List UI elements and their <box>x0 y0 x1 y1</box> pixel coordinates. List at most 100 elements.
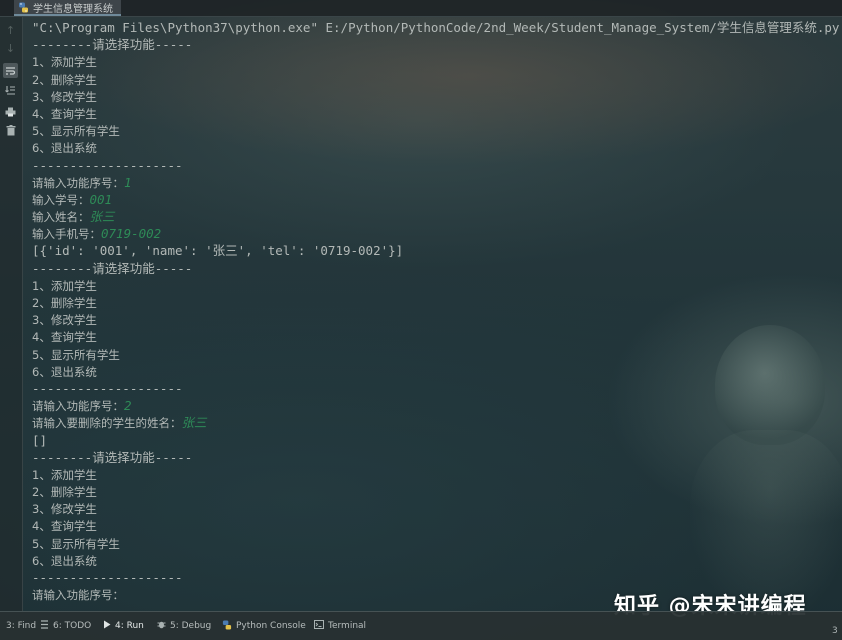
console-line-text: "C:\Program Files\Python37\python.exe" E… <box>32 20 840 35</box>
debug-tool-button[interactable]: 5: Debug <box>157 617 211 635</box>
console-line: [] <box>32 431 832 448</box>
debug-icon <box>157 620 166 632</box>
console-line-text: 5、显示所有学生 <box>32 536 120 551</box>
console-line: 请输入功能序号：1 <box>32 173 832 190</box>
run-icon <box>103 620 111 632</box>
console-line-text: 输入手机号： <box>32 227 101 242</box>
console-line: 请输入功能序号：2 <box>32 396 832 413</box>
console-line: 2、删除学生 <box>32 482 832 499</box>
arrow-up-icon[interactable]: ↑ <box>3 23 18 38</box>
console-line: --------请选择功能----- <box>32 259 832 276</box>
find-tool-label: 3: Find <box>6 621 37 631</box>
console-line-text: 2、删除学生 <box>32 296 97 310</box>
console-line: 1、添加学生 <box>32 52 832 69</box>
find-tool-button[interactable]: 3: Find <box>2 617 36 635</box>
console-line: 4、查询学生 <box>32 327 832 344</box>
trash-icon[interactable] <box>3 123 18 138</box>
console-line: -------------------- <box>32 568 832 585</box>
console-line-text: 请输入功能序号： <box>32 399 124 414</box>
console-line: 请输入要删除的学生的姓名：张三 <box>32 413 832 430</box>
console-line-text: 2、删除学生 <box>32 72 97 87</box>
console-line-text: 3、修改学生 <box>32 89 97 104</box>
bottom-tool-window-bar: 3: Find 6: TODO 4: Run 5: Debug Python C… <box>0 611 842 640</box>
console-line-text: 3、修改学生 <box>32 502 97 517</box>
console-line-text: 请输入功能序号： <box>32 175 124 190</box>
console-line-text: -------------------- <box>32 157 183 173</box>
console-line: 5、显示所有学生 <box>32 121 832 138</box>
console-line-text: --------请选择功能----- <box>32 260 193 276</box>
console-line-text: 1、添加学生 <box>32 55 97 70</box>
console-line: 5、显示所有学生 <box>32 534 832 551</box>
console-line: 4、查询学生 <box>32 104 832 121</box>
run-tool-button[interactable]: 4: Run <box>103 617 144 635</box>
soft-wrap-icon[interactable] <box>3 63 18 78</box>
console-line: "C:\Program Files\Python37\python.exe" E… <box>32 18 839 35</box>
terminal-tool-label: Terminal <box>328 621 367 631</box>
todo-tool-button[interactable]: 6: TODO <box>40 617 91 635</box>
run-console-output[interactable]: "C:\Program Files\Python37\python.exe" E… <box>32 18 839 603</box>
console-line-text: 4、查询学生 <box>32 330 97 345</box>
console-line: -------------------- <box>32 156 832 173</box>
console-line-text: 请输入要删除的学生的姓名： <box>32 416 182 431</box>
console-line: 5、显示所有学生 <box>32 345 832 362</box>
console-line-text: 5、显示所有学生 <box>32 124 120 139</box>
console-line: -------------------- <box>32 379 832 396</box>
console-line: 1、添加学生 <box>32 465 832 482</box>
console-line: 3、修改学生 <box>32 310 832 327</box>
console-user-input: 0719-002 <box>101 226 162 242</box>
console-line: 输入手机号：0719-002 <box>32 224 832 241</box>
todo-icon <box>40 620 49 632</box>
console-user-input: 001 <box>89 191 113 207</box>
console-line: 3、修改学生 <box>32 499 832 516</box>
console-line-text: 4、查询学生 <box>32 519 97 534</box>
todo-tool-label: 6: TODO <box>53 621 92 631</box>
run-tool-label: 4: Run <box>115 621 144 631</box>
console-line: 2、删除学生 <box>32 293 832 310</box>
terminal-icon <box>314 620 324 632</box>
console-user-input: 张三 <box>89 209 115 225</box>
print-icon[interactable] <box>3 104 18 119</box>
run-tab-label: 学生信息管理系统 <box>33 3 113 15</box>
console-user-input: 1 <box>124 174 132 190</box>
console-line-text: -------------------- <box>32 380 183 396</box>
console-line-text: [{'id': '001', 'name': '张三', 'tel': '071… <box>32 243 404 259</box>
console-line: 输入姓名：张三 <box>32 207 832 224</box>
console-line: 6、退出系统 <box>32 138 832 155</box>
run-tab[interactable]: 学生信息管理系统 <box>14 0 121 16</box>
console-line-text: -------------------- <box>32 570 183 585</box>
console-line: 6、退出系统 <box>32 551 832 568</box>
console-line-text: 1、添加学生 <box>32 278 97 293</box>
console-line: --------请选择功能----- <box>32 448 832 465</box>
console-line-text: 输入学号： <box>32 192 90 207</box>
arrow-down-icon[interactable]: ↓ <box>3 41 18 56</box>
console-line: 2、删除学生 <box>32 70 832 87</box>
console-line-text: 1、添加学生 <box>32 467 97 482</box>
terminal-tool-button[interactable]: Terminal <box>314 617 366 635</box>
console-user-input: 张三 <box>181 415 207 431</box>
console-line: [{'id': '001', 'name': '张三', 'tel': '071… <box>32 241 832 258</box>
python-console-icon <box>222 619 232 633</box>
console-user-input: 2 <box>124 398 132 414</box>
console-line-text: 6、退出系统 <box>32 364 97 379</box>
console-line: --------请选择功能----- <box>32 35 832 52</box>
console-line-text: 3、修改学生 <box>32 313 97 328</box>
run-gutter: ↑ ↓ <box>0 17 23 611</box>
python-icon <box>18 0 29 17</box>
console-line-text: 5、显示所有学生 <box>32 347 120 362</box>
console-line-text: --------请选择功能----- <box>32 449 193 465</box>
console-line-text: 请输入功能序号： <box>32 588 124 603</box>
console-line: 1、添加学生 <box>32 276 832 293</box>
console-line: 4、查询学生 <box>32 516 832 533</box>
run-tab-bar: 学生信息管理系统 <box>0 0 842 17</box>
python-console-tool-button[interactable]: Python Console <box>222 617 306 635</box>
console-line-text: 2、删除学生 <box>32 485 97 500</box>
console-line-text: 6、退出系统 <box>32 553 97 568</box>
console-line: 6、退出系统 <box>32 362 832 379</box>
scroll-to-end-icon[interactable] <box>3 82 18 97</box>
console-line-text: 4、查询学生 <box>32 106 97 121</box>
console-line-text: 6、退出系统 <box>32 141 97 156</box>
console-line-text: 输入姓名： <box>32 210 90 225</box>
python-console-tool-label: Python Console <box>236 621 306 631</box>
console-line-text: [] <box>32 432 48 448</box>
debug-tool-label: 5: Debug <box>170 621 212 631</box>
